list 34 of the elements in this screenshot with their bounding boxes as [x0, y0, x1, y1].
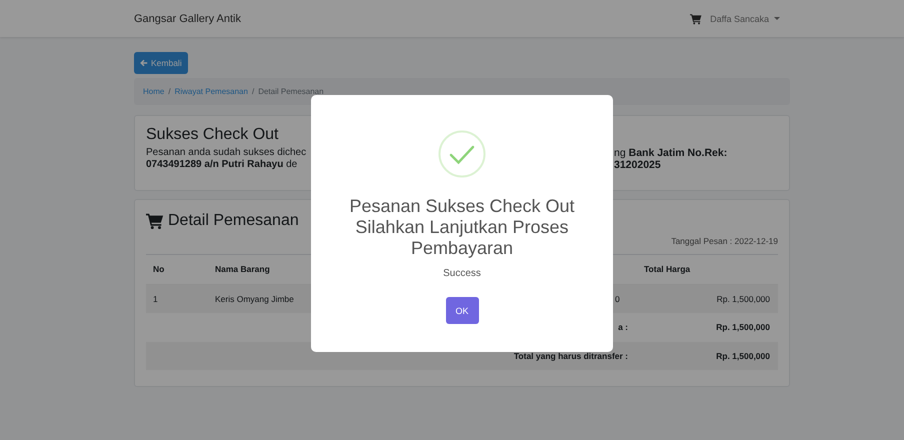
user-menu[interactable]: Daffa Sancaka [710, 14, 780, 24]
cart-icon [146, 212, 164, 230]
message-text: 0743491289 a/n Putri Rahayu de [146, 159, 298, 171]
column-header: No [152, 264, 164, 274]
breadcrumb-link[interactable]: Home [143, 87, 164, 96]
breadcrumb-separator: / [252, 87, 254, 96]
summary-label: Total yang harus ditransfer : [514, 350, 629, 361]
check-circle-icon [438, 130, 486, 178]
card-title: Sukses Check Out [146, 126, 280, 144]
dialog-title: Pesanan Sukses Check Out Silahkan Lanjutkan Proses Pembayaran [348, 196, 576, 259]
caret-icon [774, 17, 780, 20]
arrow-left-icon [140, 59, 148, 67]
order-date: Tanggal Pesan : 2022-12-19 [670, 236, 778, 246]
table-cell-text: Rp. 1,500,000 [716, 294, 771, 304]
summary-value: Rp. 1,500,000 [716, 322, 771, 332]
table-cell-text: Keris Omyang Jimbe [214, 294, 294, 304]
summary-value: Rp. 1,500,000 [716, 350, 771, 361]
column-header: Nama Barang [214, 264, 270, 274]
breadcrumb-link[interactable]: Riwayat Pemesanan [174, 87, 248, 96]
message-text: ng Bank Jatim No.Rek: [614, 147, 728, 159]
column-header: Total Harga [643, 264, 690, 274]
message-text: 31202025 [614, 159, 662, 171]
message-text: Pesanan anda sudah sukses dichec [146, 147, 308, 159]
table-cell: 0 [615, 294, 620, 304]
table-cell-text: 1 [152, 294, 158, 304]
card-title: Detail Pemesanan [168, 212, 299, 230]
breadcrumb-separator: / [168, 87, 171, 96]
brand-link[interactable]: Gangsar Gallery Antik [134, 12, 241, 24]
ok-button[interactable]: OK [446, 297, 478, 324]
back-button[interactable]: Kembali [134, 52, 188, 74]
dialog-message: Success [443, 268, 481, 279]
summary-label: a : [618, 322, 629, 332]
cart-icon [690, 12, 702, 24]
breadcrumb-current: Detail Pemesanan [258, 87, 324, 96]
